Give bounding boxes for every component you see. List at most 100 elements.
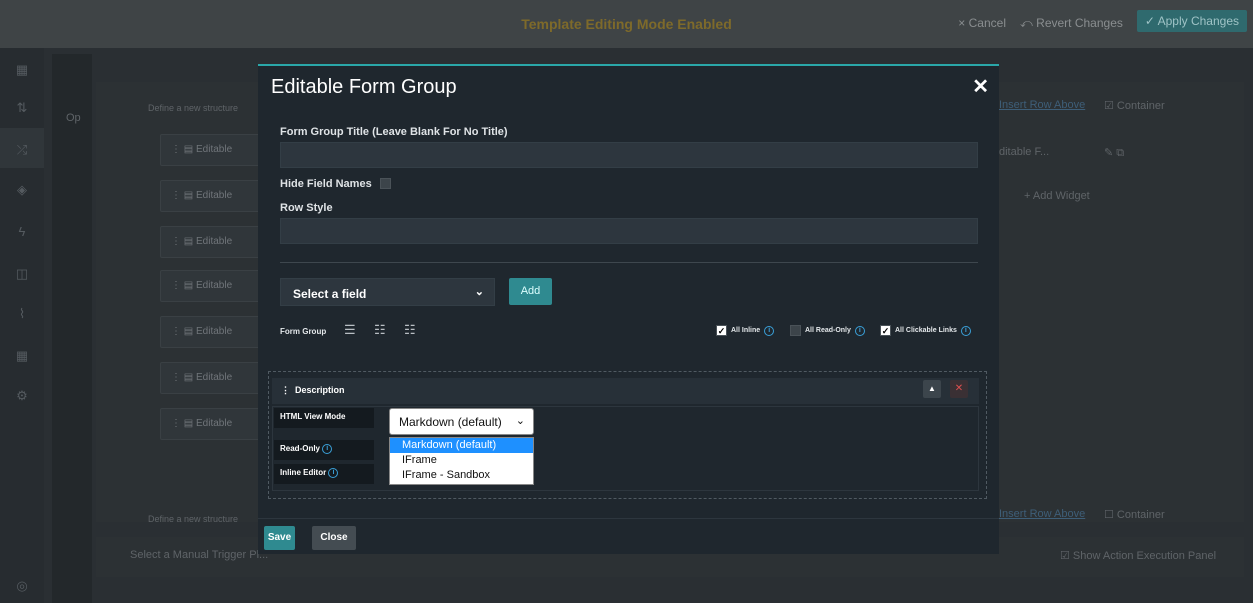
inline-editor-label: Inline Editor (280, 468, 327, 478)
grid-icon[interactable]: ▦ (0, 348, 44, 364)
inline-editor-option[interactable]: Inline Editor i (274, 464, 374, 484)
apply-label: Apply Changes (1157, 14, 1239, 28)
cancel-button[interactable]: × Cancel (958, 16, 1006, 30)
revert-label: Revert Changes (1036, 15, 1123, 30)
bg-row-6-label: Editable (196, 372, 233, 383)
revert-changes-button[interactable]: ⤺ Revert Changes (1020, 16, 1123, 31)
container-toggle-bottom[interactable]: ☐ Container (1104, 508, 1165, 521)
all-inline-toggle[interactable]: ✓ All Inline i (716, 325, 775, 336)
group-title-input[interactable] (280, 142, 978, 168)
all-clickable-links-label: All Clickable Links (895, 327, 957, 334)
group-title-label: Form Group Title (Leave Blank For No Tit… (280, 126, 508, 138)
layout-one-column-icon[interactable]: ☰ (344, 322, 356, 338)
bg-row-1-label: Editable (196, 144, 233, 155)
save-button[interactable]: Save (264, 526, 295, 550)
html-view-mode-select[interactable]: Markdown (default) ⌄ (389, 408, 534, 435)
layout-two-column-icon[interactable]: ☷ (374, 322, 386, 338)
container-label-top: Container (1116, 100, 1165, 112)
bg-row-5[interactable]: ⋮ ▤ Editable (160, 316, 260, 348)
hide-field-names-checkbox[interactable] (380, 178, 391, 189)
description-field-body (272, 406, 979, 491)
bg-row-1[interactable]: ⋮ ▤ Editable (160, 134, 260, 166)
field-select[interactable]: Select a field ⌄ (280, 278, 495, 306)
html-view-mode-label: HTML View Mode (274, 408, 374, 428)
insert-row-above-link-bottom[interactable]: Insert Row Above (999, 508, 1085, 520)
bg-row-3[interactable]: ⋮ ▤ Editable (160, 226, 260, 258)
shield-icon[interactable]: ◈ (0, 182, 44, 198)
read-only-label: Read-Only (280, 444, 321, 454)
read-only-option[interactable]: Read-Only i (274, 440, 374, 460)
footer-divider (258, 518, 999, 519)
bg-row-7[interactable]: ⋮ ▤ Editable (160, 408, 260, 440)
container-label-bottom: Container (1116, 509, 1165, 521)
bg-row-3-label: Editable (196, 236, 233, 247)
info-icon[interactable]: i (328, 468, 339, 478)
all-clickable-links-checkbox[interactable]: ✓ (880, 325, 891, 336)
option-markdown[interactable]: Markdown (default) (390, 438, 533, 453)
apply-changes-button[interactable]: ✓ Apply Changes (1136, 10, 1247, 32)
define-structure-bottom: Define a new structure (148, 514, 239, 524)
side-panel (52, 54, 92, 603)
settings-icon[interactable]: ⚙ (0, 388, 44, 404)
bg-row-2[interactable]: ⋮ ▤ Editable (160, 180, 260, 212)
editable-widget-label: ditable F... (999, 146, 1050, 158)
all-inline-label: All Inline (731, 327, 761, 334)
layout-three-column-icon[interactable]: ☷ (404, 322, 416, 338)
option-iframe[interactable]: IFrame (390, 453, 533, 468)
info-icon[interactable]: i (322, 444, 333, 454)
chevron-down-icon: ⌄ (474, 286, 484, 298)
all-read-only-toggle[interactable]: All Read-Only i (790, 325, 865, 336)
bg-row-6[interactable]: ⋮ ▤ Editable (160, 362, 260, 394)
field-select-value: Select a field (293, 287, 367, 301)
remove-field-button[interactable]: ✕ (950, 380, 968, 398)
bg-row-2-label: Editable (196, 190, 233, 201)
description-field-header[interactable] (272, 378, 979, 404)
form-group-label: Form Group (280, 327, 327, 336)
description-label-text: Description (295, 385, 345, 395)
editable-form-group-modal: Editable Form Group ✕ Form Group Title (… (258, 64, 999, 554)
bg-row-4[interactable]: ⋮ ▤ Editable (160, 270, 260, 302)
panel-title: Op (66, 112, 81, 124)
bolt-icon[interactable]: ϟ (0, 224, 44, 239)
shuffle-icon[interactable]: ⤮ (0, 142, 44, 158)
bg-row-7-label: Editable (196, 418, 233, 429)
help-icon[interactable]: ◎ (0, 578, 44, 594)
bg-row-5-label: Editable (196, 326, 233, 337)
briefcase-icon[interactable]: ◫ (0, 266, 44, 282)
top-bar: Template Editing Mode Enabled × Cancel ⤺… (0, 0, 1253, 48)
chevron-down-icon: ⌄ (515, 415, 525, 427)
dashboard-icon[interactable]: ▦ (0, 62, 44, 78)
manual-trigger-select[interactable]: Select a Manual Trigger Pl... (130, 549, 268, 561)
row-style-input[interactable] (280, 218, 978, 244)
divider (280, 262, 978, 263)
bg-row-4-label: Editable (196, 280, 233, 291)
all-read-only-checkbox[interactable] (790, 325, 801, 336)
chart-icon[interactable]: ⌇ (0, 306, 44, 322)
modal-title: Editable Form Group (271, 76, 457, 98)
info-icon[interactable]: i (960, 325, 971, 336)
info-icon[interactable]: i (764, 325, 775, 336)
sort-icon[interactable]: ⇅ (0, 100, 44, 116)
define-structure-top: Define a new structure (148, 103, 239, 113)
edit-copy-icons[interactable]: ✎ ⧉ (1104, 146, 1124, 160)
cancel-label: Cancel (968, 16, 1006, 30)
insert-row-above-link-top[interactable]: Insert Row Above (999, 99, 1085, 111)
html-view-mode-value: Markdown (default) (399, 415, 502, 429)
close-button[interactable]: Close (312, 526, 356, 550)
add-widget-button[interactable]: + Add Widget (1024, 190, 1090, 202)
top-actions: × Cancel ⤺ Revert Changes ✓ Apply Change… (958, 10, 1247, 32)
show-action-panel-toggle[interactable]: ☑ Show Action Execution Panel (1060, 549, 1216, 562)
all-read-only-label: All Read-Only (805, 327, 851, 334)
collapse-up-button[interactable]: ▲ (923, 380, 941, 398)
all-inline-checkbox[interactable]: ✓ (716, 325, 727, 336)
description-field-label: ⋮ Description (281, 385, 345, 395)
html-view-mode-options: Markdown (default) IFrame IFrame - Sandb… (389, 437, 534, 485)
hide-field-names-label: Hide Field Names (280, 178, 372, 190)
row-style-label: Row Style (280, 202, 333, 214)
all-clickable-links-toggle[interactable]: ✓ All Clickable Links i (880, 325, 971, 336)
add-field-button[interactable]: Add (509, 278, 552, 305)
option-iframe-sandbox[interactable]: IFrame - Sandbox (390, 468, 533, 483)
container-toggle-top[interactable]: ☑ Container (1104, 99, 1165, 112)
close-icon[interactable]: ✕ (972, 74, 989, 99)
info-icon[interactable]: i (854, 325, 865, 336)
